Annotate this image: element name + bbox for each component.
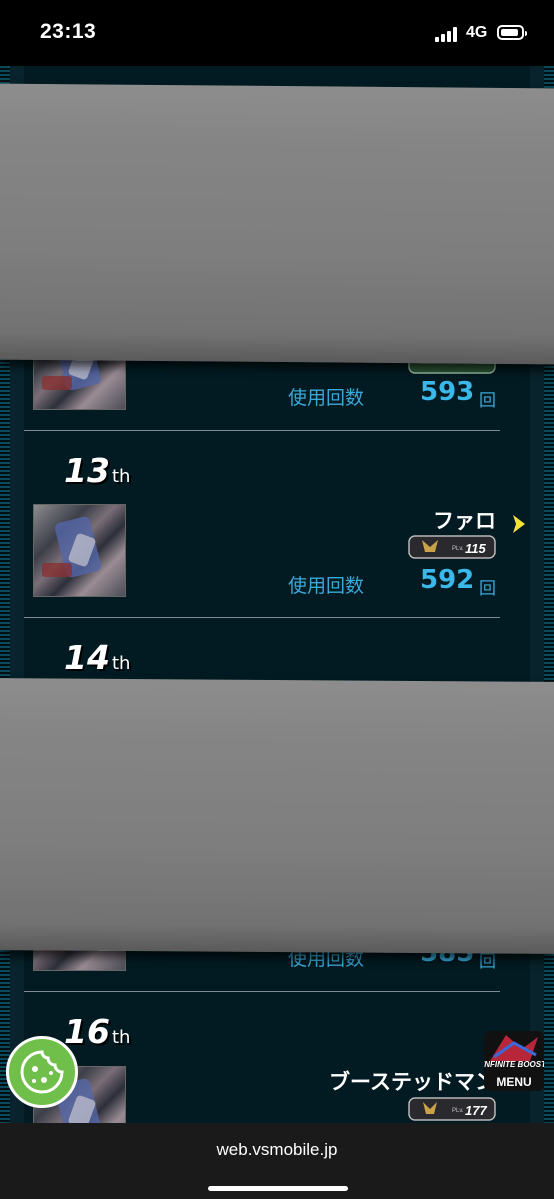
unit-thumbnail: [33, 504, 126, 597]
url-text[interactable]: web.vsmobile.jp: [0, 1140, 554, 1160]
pilot-name: ブーステッドマン: [329, 1070, 496, 1094]
level-badge: PLv. 115: [408, 535, 496, 559]
badge-level: 115: [465, 541, 486, 556]
rank-number: 14th: [64, 638, 130, 677]
rank-suffix: th: [111, 653, 131, 674]
pilot-name: ファロ: [433, 509, 496, 533]
svg-text:PLv.: PLv.: [452, 1108, 464, 1114]
usage-count: 592: [420, 565, 475, 595]
clock: 23:13: [40, 20, 97, 43]
battery-icon: [497, 25, 527, 40]
usage-label: 使用回数: [288, 575, 365, 597]
home-indicator: [208, 1186, 348, 1191]
cookie-icon: [20, 1050, 64, 1094]
badge-level: 177: [465, 1103, 487, 1118]
rank-value: 14: [64, 638, 110, 677]
rank-value: 13: [64, 451, 110, 490]
gray-overlay: [0, 83, 554, 365]
ranking-row[interactable]: 13th ファロ PLv. 115 使用回数 592 回: [24, 431, 530, 617]
rank-suffix: th: [111, 466, 131, 487]
cookie-settings-button[interactable]: [6, 1036, 78, 1108]
status-bar: 23:13 4G: [0, 0, 554, 66]
menu-button[interactable]: INFINITE BOOST MENU: [482, 1031, 547, 1091]
level-badge: PLv. 177: [408, 1097, 496, 1121]
usage-unit: 回: [479, 579, 496, 599]
usage-unit: 回: [479, 391, 496, 411]
usage-label: 使用回数: [288, 387, 365, 409]
usage-count: 593: [420, 377, 475, 407]
game-logo-text: INFINITE BOOST: [484, 1060, 544, 1069]
menu-label: MENU: [496, 1075, 532, 1089]
rank-number: 13th: [64, 451, 130, 490]
svg-text:PLv.: PLv.: [452, 546, 464, 552]
browser-url-bar[interactable]: web.vsmobile.jp: [0, 1123, 554, 1199]
network-type: 4G: [466, 24, 488, 41]
signal-icon: [435, 27, 459, 42]
game-logo-icon: INFINITE BOOST: [482, 1035, 547, 1069]
chevron-right-icon[interactable]: [510, 513, 528, 535]
rank-suffix: th: [111, 1027, 131, 1048]
gray-overlay: [0, 678, 554, 954]
ranking-row[interactable]: 16th ブーステッドマン PLv. 177: [24, 992, 530, 1123]
